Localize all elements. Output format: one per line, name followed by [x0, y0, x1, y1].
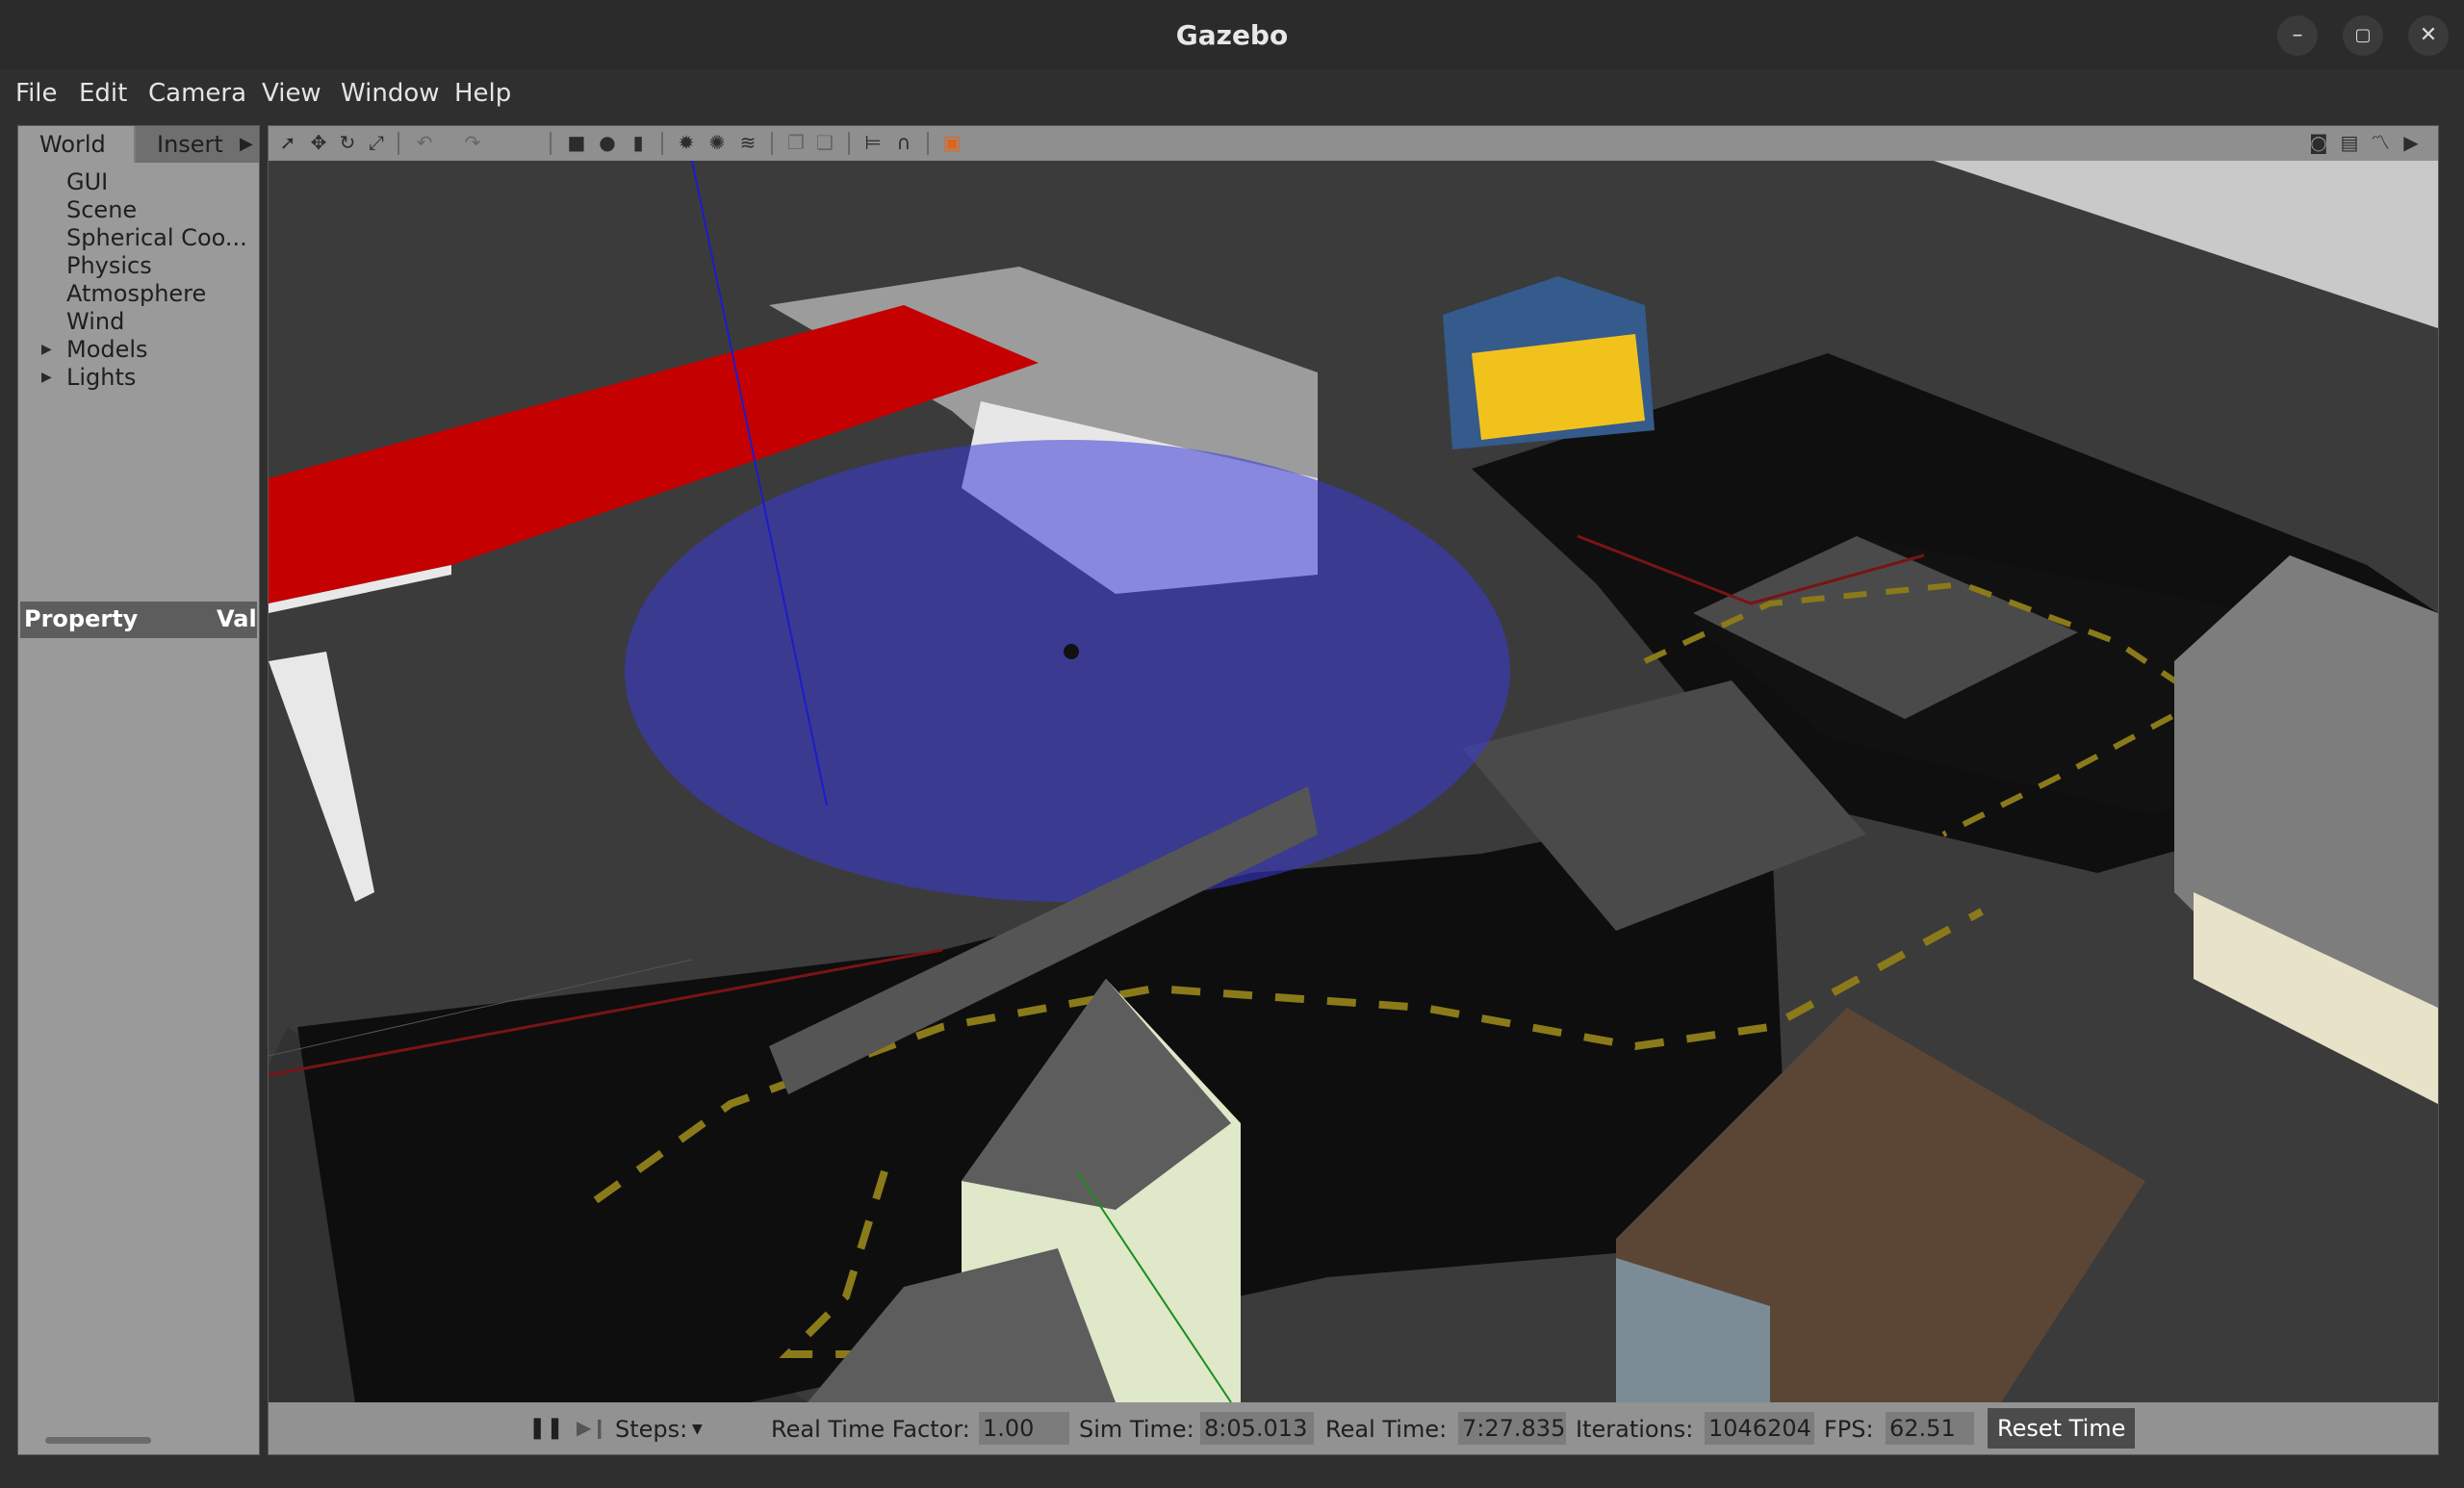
tree-item-spherical-coordinates[interactable]: Spherical Coo... [66, 224, 247, 251]
robot [1064, 644, 1079, 659]
tab-world[interactable]: World [18, 126, 134, 163]
plot-icon[interactable]: 〽 [2369, 131, 2392, 154]
close-button[interactable]: ✕ [2408, 15, 2449, 56]
tree-item-lights[interactable]: Lights [66, 364, 136, 391]
menu-view[interactable]: View [262, 79, 321, 108]
translate-mode-icon[interactable]: ✥ [307, 131, 330, 154]
maximize-button[interactable]: ▢ [2343, 15, 2383, 56]
left-panel: World Insert ▶ GUI Scene Spherical Coo..… [17, 125, 260, 1455]
iterations-label: Iterations: [1576, 1416, 1694, 1443]
paste-icon[interactable]: ❏ [813, 131, 836, 154]
expand-models-icon[interactable]: ▶ [41, 342, 52, 357]
fps-label: FPS: [1824, 1416, 1874, 1443]
lidar-scan-visualization [625, 440, 1510, 902]
screenshot-icon[interactable]: ◙ [2307, 131, 2330, 154]
menu-file[interactable]: File [15, 79, 58, 108]
sim-time-value: 8:05.013 [1200, 1412, 1314, 1445]
viewport-toolbar: ➚ ✥ ↻ ⤢ ↶ ↷ ■ ● ▮ ✹ ✺ ≋ ❐ ❏ ⊨ ∩ ▣ ◙ ▤ 〽 … [269, 126, 2438, 161]
steps-dropdown-icon[interactable]: ▼ [692, 1422, 703, 1437]
box-shape-icon[interactable]: ■ [565, 131, 588, 154]
change-view-icon[interactable]: ▣ [940, 131, 963, 154]
sim-time-label: Sim Time: [1079, 1416, 1194, 1443]
toolbar-separator [661, 132, 663, 155]
menu-window[interactable]: Window [341, 79, 440, 108]
log-data-icon[interactable]: ▤ [2338, 131, 2361, 154]
minimize-button[interactable]: – [2277, 15, 2318, 56]
panel-tabs: World Insert ▶ [18, 126, 259, 163]
step-icon[interactable]: ▶❙ [577, 1416, 607, 1439]
toolbar-separator [771, 132, 773, 155]
fps-value: 62.51 [1886, 1412, 1974, 1445]
window-title: Gazebo [1175, 19, 1289, 51]
video-record-icon[interactable]: ▶ [2400, 131, 2423, 154]
toolbar-separator [550, 132, 552, 155]
tree-item-atmosphere[interactable]: Atmosphere [66, 280, 206, 307]
real-time-factor-value: 1.00 [979, 1412, 1069, 1445]
steps-label: Steps: [615, 1416, 688, 1443]
value-column-header: Val [217, 605, 257, 632]
reset-time-button[interactable]: Reset Time [1988, 1408, 2136, 1449]
point-light-icon[interactable]: ✹ [675, 131, 698, 154]
real-time-label: Real Time: [1325, 1416, 1448, 1443]
expand-lights-icon[interactable]: ▶ [41, 370, 52, 385]
real-time-factor-label: Real Time Factor: [771, 1416, 970, 1443]
status-bar: ❚❚ ▶❙ Steps: ▼ Real Time Factor: 1.00 Si… [269, 1402, 2438, 1454]
tree-item-physics[interactable]: Physics [66, 252, 152, 279]
render-viewport[interactable]: ➚ ✥ ↻ ⤢ ↶ ↷ ■ ● ▮ ✹ ✺ ≋ ❐ ❏ ⊨ ∩ ▣ ◙ ▤ 〽 … [268, 125, 2439, 1455]
toolbar-separator [848, 132, 850, 155]
undo-icon[interactable]: ↶ [413, 131, 436, 154]
3d-scene[interactable] [269, 161, 2438, 1402]
tree-item-wind[interactable]: Wind [66, 308, 124, 335]
menu-help[interactable]: Help [454, 79, 511, 108]
tab-scroll-right-icon[interactable]: ▶ [240, 134, 253, 154]
copy-icon[interactable]: ❐ [784, 131, 808, 154]
toolbar-separator [398, 132, 399, 155]
title-bar: Gazebo – ▢ ✕ [0, 0, 2464, 70]
select-mode-icon[interactable]: ➚ [276, 131, 299, 154]
tree-item-models[interactable]: Models [66, 336, 148, 363]
align-icon[interactable]: ⊨ [861, 131, 885, 154]
property-table-header: Property Val [20, 602, 257, 638]
panel-horizontal-scrollbar[interactable] [45, 1437, 151, 1444]
menu-bar: File Edit Camera View Window Help [0, 69, 2464, 117]
snap-icon[interactable]: ∩ [892, 131, 915, 154]
spot-light-icon[interactable]: ✺ [706, 131, 729, 154]
real-time-value: 7:27.835 [1458, 1412, 1566, 1445]
redo-icon[interactable]: ↷ [461, 131, 484, 154]
menu-camera[interactable]: Camera [148, 79, 246, 108]
tree-item-scene[interactable]: Scene [66, 196, 137, 223]
rotate-mode-icon[interactable]: ↻ [336, 131, 359, 154]
toolbar-separator [927, 132, 929, 155]
cylinder-shape-icon[interactable]: ▮ [627, 131, 650, 154]
pause-icon[interactable]: ❚❚ [528, 1416, 564, 1440]
scale-mode-icon[interactable]: ⤢ [365, 131, 388, 154]
property-column-header: Property [24, 605, 139, 632]
iterations-value: 1046204 [1705, 1412, 1814, 1445]
directional-light-icon[interactable]: ≋ [736, 131, 759, 154]
menu-edit[interactable]: Edit [79, 79, 127, 108]
sphere-shape-icon[interactable]: ● [596, 131, 619, 154]
tree-item-gui[interactable]: GUI [66, 168, 108, 195]
